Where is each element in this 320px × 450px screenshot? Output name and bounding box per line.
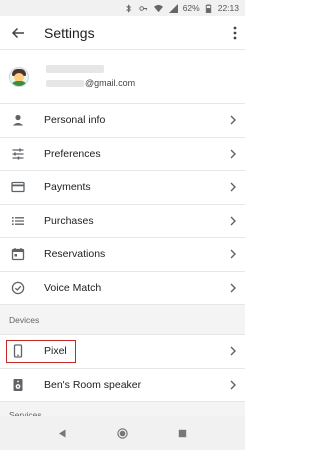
sliders-icon bbox=[11, 147, 25, 161]
list-icon bbox=[11, 214, 25, 228]
signal-icon bbox=[168, 2, 180, 14]
home-circle-icon bbox=[117, 427, 128, 439]
nav-home-button[interactable] bbox=[93, 416, 153, 450]
system-nav-bar bbox=[0, 416, 245, 450]
page-title: Settings bbox=[44, 24, 95, 41]
check-circle-icon bbox=[11, 281, 25, 295]
chevron-right-icon bbox=[226, 247, 240, 261]
device-item-label: Ben's Room speaker bbox=[44, 378, 142, 391]
menu-item-voice-match[interactable]: Voice Match bbox=[0, 272, 245, 305]
battery-percent: 62% bbox=[182, 3, 200, 13]
section-header-devices: Devices bbox=[0, 305, 245, 335]
more-options-button[interactable] bbox=[227, 16, 243, 49]
menu-item-label: Payments bbox=[44, 181, 91, 194]
account-email: @gmail.com bbox=[46, 78, 135, 88]
menu-item-label: Voice Match bbox=[44, 281, 102, 294]
key-icon bbox=[138, 2, 150, 14]
status-bar: 62% 22:13 bbox=[0, 0, 245, 16]
settings-list[interactable]: @gmail.com Personal info Preferences Pay… bbox=[0, 50, 245, 416]
account-row[interactable]: @gmail.com bbox=[0, 50, 245, 104]
menu-item-label: Reservations bbox=[44, 248, 106, 261]
menu-item-personal-info[interactable]: Personal info bbox=[0, 104, 245, 138]
chevron-right-icon bbox=[226, 281, 240, 295]
menu-item-preferences[interactable]: Preferences bbox=[0, 138, 245, 171]
back-button[interactable] bbox=[2, 16, 34, 49]
account-info: @gmail.com bbox=[46, 65, 135, 88]
device-item-label: Pixel bbox=[44, 345, 67, 358]
person-icon bbox=[11, 113, 25, 127]
device-item-pixel[interactable]: Pixel bbox=[0, 335, 245, 369]
chevron-right-icon bbox=[226, 378, 240, 392]
avatar bbox=[9, 66, 29, 87]
menu-item-label: Preferences bbox=[44, 147, 101, 160]
status-time: 22:13 bbox=[217, 3, 239, 13]
menu-item-reservations[interactable]: Reservations bbox=[0, 238, 245, 272]
chevron-right-icon bbox=[226, 113, 240, 127]
section-header-services: Services bbox=[0, 402, 245, 416]
back-triangle-icon bbox=[59, 429, 66, 437]
arrow-back-icon bbox=[11, 27, 24, 38]
email-domain: @gmail.com bbox=[85, 78, 136, 88]
app-bar: Settings bbox=[0, 16, 245, 50]
device-item-bens-room-speaker[interactable]: Ben's Room speaker bbox=[0, 369, 245, 402]
battery-icon bbox=[203, 2, 215, 14]
menu-item-label: Purchases bbox=[44, 214, 94, 227]
recents-square-icon bbox=[178, 429, 187, 437]
nav-back-button[interactable] bbox=[33, 416, 93, 450]
menu-item-purchases[interactable]: Purchases bbox=[0, 205, 245, 238]
more-vert-icon bbox=[233, 26, 237, 39]
menu-item-payments[interactable]: Payments bbox=[0, 171, 245, 205]
wifi-icon bbox=[153, 2, 165, 14]
account-name-redacted bbox=[46, 65, 104, 73]
nav-recents-button[interactable] bbox=[153, 416, 213, 450]
bluetooth-icon bbox=[123, 2, 135, 14]
email-user-redacted bbox=[46, 79, 84, 87]
chevron-right-icon bbox=[226, 180, 240, 194]
chevron-right-icon bbox=[226, 344, 240, 358]
credit-card-icon bbox=[11, 180, 25, 194]
chevron-right-icon bbox=[226, 147, 240, 161]
calendar-icon bbox=[11, 247, 25, 261]
phone-icon bbox=[11, 344, 25, 358]
chevron-right-icon bbox=[226, 214, 240, 228]
menu-item-label: Personal info bbox=[44, 114, 106, 127]
speaker-icon bbox=[11, 378, 25, 392]
